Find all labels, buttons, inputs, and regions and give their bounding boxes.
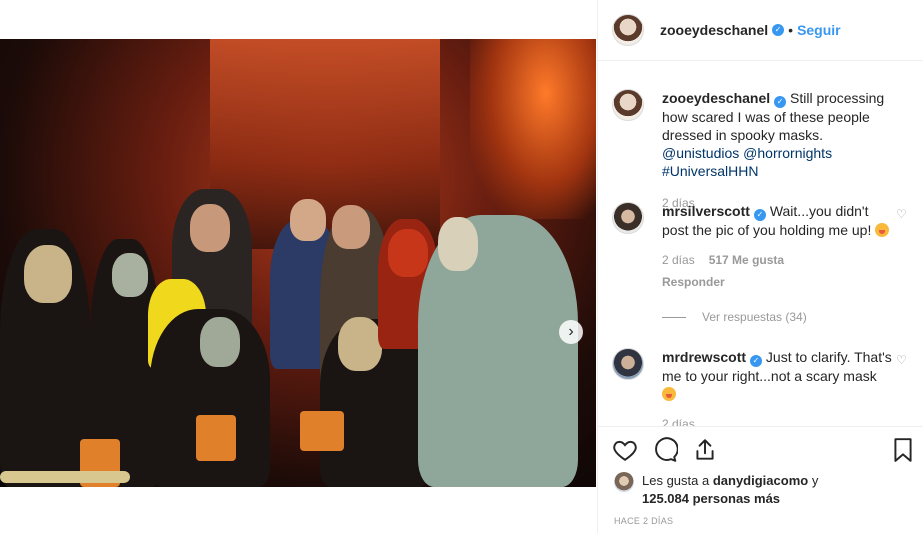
view-replies-button[interactable]: Ver respuestas (34): [662, 310, 807, 324]
next-photo-button[interactable]: ›: [559, 320, 583, 344]
likes-count[interactable]: 125.084 personas más: [642, 491, 780, 506]
emoji-icon: [875, 223, 890, 237]
comment-meta: 2 días 517 Me gusta: [662, 251, 892, 269]
comment-text-block: mrdrewscott ✓ Just to clarify. That's me …: [662, 348, 892, 403]
likes-conj: y: [811, 473, 819, 488]
comment-item: mrsilverscott ✓ Wait...you didn't post th…: [612, 202, 908, 291]
comment-time[interactable]: 2 días: [662, 415, 695, 426]
caption: zooeydeschanel ✓ Still processing how sca…: [612, 89, 908, 212]
author-name-row: zooeydeschanel ✓ • Seguir: [660, 22, 841, 38]
caption-mention[interactable]: @unistudios: [662, 145, 739, 161]
emoji-icon: [662, 387, 676, 401]
verified-icon: ✓: [750, 355, 763, 367]
photo-mask: [388, 229, 428, 277]
bookmark-icon[interactable]: [890, 437, 916, 463]
photo-mask: [438, 217, 478, 271]
photo-mask: [338, 317, 382, 371]
view-replies-label: Ver respuestas (34): [702, 310, 807, 324]
liker-username[interactable]: danydigiacomo: [713, 473, 808, 488]
author-avatar[interactable]: [612, 89, 644, 121]
post-photo[interactable]: ›: [0, 39, 596, 487]
comment-like-heart-icon[interactable]: ♡: [896, 354, 908, 366]
photo-chainsaw-blade: [0, 471, 130, 483]
photo-glow: [470, 39, 596, 219]
comment-time[interactable]: 2 días: [662, 251, 695, 269]
likes-text: Les gusta a danydigiacomo y 125.084 pers…: [642, 472, 818, 508]
verified-icon: ✓: [772, 24, 785, 36]
comment-username[interactable]: mrdrewscott: [662, 349, 746, 365]
photo-mask: [200, 317, 240, 367]
photo-chainsaw: [196, 415, 236, 461]
comment-body: mrdrewscott ✓ Just to clarify. That's me …: [662, 348, 892, 426]
action-bar: [598, 426, 923, 475]
comment-like-heart-icon[interactable]: ♡: [896, 208, 908, 220]
comment-item: mrdrewscott ✓ Just to clarify. That's me …: [612, 348, 908, 426]
post-sidebar: zooeydeschanel ✓ • Seguir zooeydeschanel…: [597, 0, 923, 533]
author-avatar[interactable]: [612, 14, 644, 46]
comment-username[interactable]: mrsilverscott: [662, 203, 750, 219]
verified-icon: ✓: [774, 96, 787, 108]
post-header: zooeydeschanel ✓ • Seguir: [598, 0, 923, 61]
comment-body: mrsilverscott ✓ Wait...you didn't post th…: [662, 202, 892, 291]
caption-body: zooeydeschanel ✓ Still processing how sca…: [662, 89, 892, 212]
share-icon[interactable]: [692, 437, 718, 463]
comment-likes[interactable]: 517 Me gusta: [709, 251, 784, 269]
photo-face: [190, 204, 230, 252]
caption-text-block: zooeydeschanel ✓ Still processing how sca…: [662, 89, 892, 180]
separator-dot: •: [788, 22, 794, 38]
heart-icon[interactable]: [612, 437, 638, 463]
photo-mask: [112, 253, 148, 297]
replies-line: [662, 316, 686, 318]
liker-avatar[interactable]: [614, 472, 634, 492]
comments-list[interactable]: zooeydeschanel ✓ Still processing how sca…: [598, 60, 923, 426]
commenter-avatar[interactable]: [612, 348, 644, 380]
comment-text-block: mrsilverscott ✓ Wait...you didn't post th…: [662, 202, 892, 239]
photo-face: [290, 199, 326, 241]
photo-face: [332, 205, 370, 249]
chevron-right-icon: ›: [568, 323, 574, 340]
reply-button[interactable]: Responder: [662, 273, 892, 291]
comment-meta: 2 días: [662, 415, 892, 426]
likes-prefix: Les gusta a: [642, 473, 710, 488]
photo-chainsaw: [300, 411, 344, 451]
caption-username[interactable]: zooeydeschanel: [662, 90, 770, 106]
verified-icon: ✓: [753, 209, 766, 221]
comment-icon[interactable]: [652, 437, 678, 463]
author-username[interactable]: zooeydeschanel: [660, 22, 768, 38]
post-timestamp[interactable]: HACE 2 DÍAS: [614, 516, 673, 526]
photo-mask: [24, 245, 72, 303]
follow-button[interactable]: Seguir: [797, 22, 841, 38]
commenter-avatar[interactable]: [612, 202, 644, 234]
likes-summary: Les gusta a danydigiacomo y 125.084 pers…: [614, 472, 914, 508]
